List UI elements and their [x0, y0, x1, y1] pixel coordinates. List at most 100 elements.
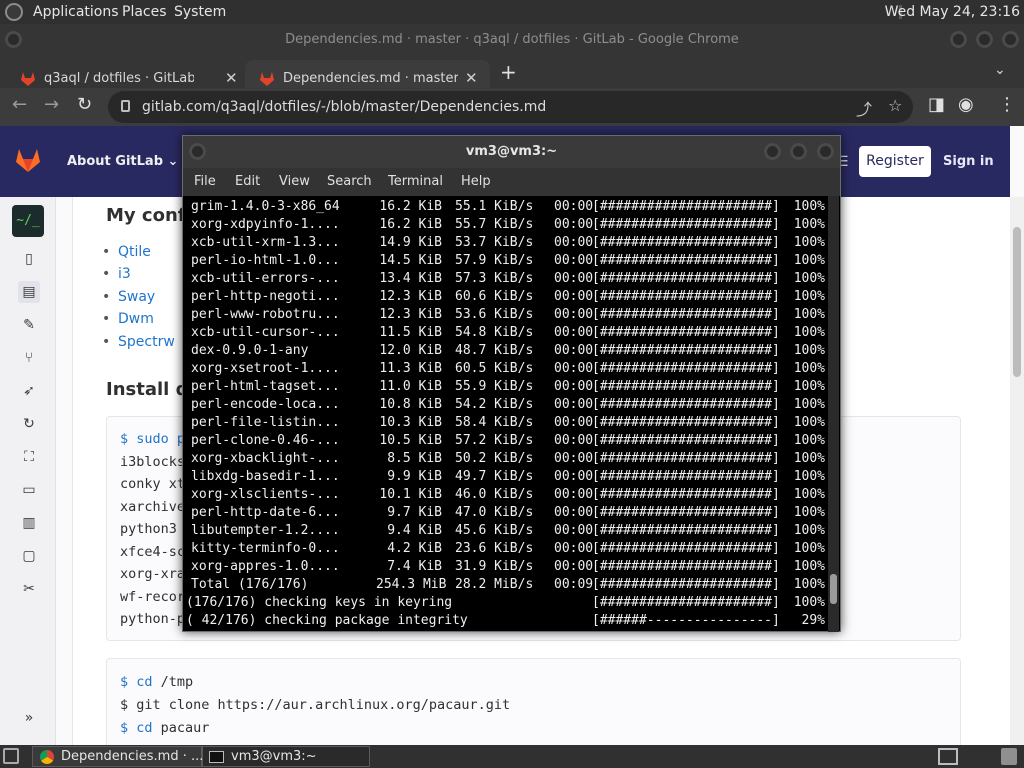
- code-line: python-p: [120, 611, 186, 627]
- new-tab-button[interactable]: +: [500, 60, 517, 84]
- code-line: $ sudo p: [120, 431, 186, 447]
- minimize-button[interactable]: [950, 31, 967, 48]
- link-dwm[interactable]: Dwm: [102, 311, 154, 327]
- terminal-cell-rate: 53.7 KiB/s: [455, 235, 534, 250]
- terminal-cell-bar: [######################]: [592, 469, 780, 484]
- taskbar-item-chrome[interactable]: Dependencies.md · ...: [32, 746, 204, 767]
- link-qtile[interactable]: Qtile: [102, 244, 151, 260]
- terminal-cell-bar: [######################]: [592, 541, 780, 556]
- terminal-menu-terminal[interactable]: Terminal: [388, 174, 443, 189]
- ci-cd-rocket-icon[interactable]: ➶: [18, 380, 40, 402]
- share-icon[interactable]: ⤴: [856, 96, 872, 120]
- show-desktop-icon[interactable]: [3, 748, 19, 764]
- collapse-sidebar-icon[interactable]: »: [18, 707, 40, 729]
- terminal-cell-rate: 57.3 KiB/s: [455, 271, 534, 286]
- terminal-cell-pct: 100%: [793, 469, 825, 484]
- terminal-cell-rate: 55.9 KiB/s: [455, 379, 534, 394]
- repository-icon[interactable]: ▤: [18, 281, 40, 303]
- bookmark-star-icon[interactable]: ☆: [888, 96, 902, 115]
- terminal-cell-rate: 31.9 KiB/s: [455, 559, 534, 574]
- link-i3[interactable]: i3: [102, 266, 131, 282]
- sign-in-link[interactable]: Sign in: [943, 154, 994, 169]
- terminal-cell-size: 12.3 KiB: [379, 307, 442, 322]
- terminal-menu-file[interactable]: File: [194, 174, 216, 189]
- taskbar-item-label: Dependencies.md · ...: [61, 749, 204, 764]
- window-title: Dependencies.md · master · q3aql / dotfi…: [285, 32, 739, 47]
- about-gitlab-menu[interactable]: About GitLab ⌄: [67, 154, 178, 169]
- address-bar[interactable]: gitlab.com/q3aql/dotfiles/-/blob/master/…: [108, 91, 913, 123]
- wiki-icon[interactable]: ▢: [18, 545, 40, 567]
- project-avatar[interactable]: ~/_: [12, 205, 44, 237]
- terminal-cell-time: 00:09: [554, 577, 594, 592]
- terminal-menu-view[interactable]: View: [279, 174, 310, 189]
- terminal-cell-name: perl-html-tagset...: [191, 379, 340, 394]
- code-block-pacaur[interactable]: $ cd /tmp $ git clone https://aur.archli…: [106, 658, 961, 758]
- monitor-icon[interactable]: ▭: [18, 479, 40, 501]
- tab-close-icon[interactable]: ✕: [465, 69, 478, 87]
- terminal-close-button[interactable]: [817, 143, 834, 160]
- bottom-taskbar: Dependencies.md · ... vm3@vm3:~: [0, 745, 1024, 768]
- terminal-menu-search[interactable]: Search: [327, 174, 372, 189]
- terminal-maximize-button[interactable]: [790, 143, 807, 160]
- terminal-menu-help[interactable]: Help: [461, 174, 491, 189]
- terminal-output[interactable]: grim-1.4.0-3-x86_64 16.2 KiB 55.1 KiB/s 00:…: [183, 196, 826, 632]
- terminal-cell-name: xorg-xsetroot-1....: [191, 361, 340, 376]
- chrome-menu-icon[interactable]: ⋮: [998, 94, 1016, 115]
- terminal-cell-name: perl-www-robotru...: [191, 307, 340, 322]
- chrome-icon: [40, 750, 54, 764]
- tab-label: Dependencies.md · master · q3: [283, 71, 458, 86]
- back-icon[interactable]: ←: [12, 94, 27, 115]
- snippets-icon[interactable]: ✂: [18, 578, 40, 600]
- merge-requests-icon[interactable]: ⑂: [18, 347, 40, 369]
- analytics-icon[interactable]: ▥: [18, 512, 40, 534]
- code-line: conky xt: [120, 476, 186, 492]
- menu-places[interactable]: Places: [122, 4, 167, 20]
- gitlab-logo-icon[interactable]: [14, 146, 42, 174]
- terminal-cell-rate: 55.7 KiB/s: [455, 217, 534, 232]
- applications-menu-icon[interactable]: [5, 3, 23, 21]
- lock-icon[interactable]: [121, 100, 130, 112]
- maximize-button[interactable]: [976, 31, 993, 48]
- terminal-title: vm3@vm3:~: [465, 144, 558, 159]
- terminal-cell-name: xorg-xlsclients-...: [191, 487, 340, 502]
- close-window-button[interactable]: [1002, 31, 1019, 48]
- reload-icon[interactable]: ↻: [77, 94, 92, 115]
- terminal-window[interactable]: vm3@vm3:~ File Edit View Search Terminal…: [182, 135, 841, 632]
- workspace-switcher-icon[interactable]: [938, 748, 958, 765]
- terminal-cell-rate: 28.2 MiB/s: [455, 577, 534, 592]
- menu-system[interactable]: System: [174, 4, 226, 20]
- forward-icon[interactable]: →: [44, 94, 59, 115]
- scrollbar-thumb[interactable]: [1013, 227, 1021, 377]
- trash-icon[interactable]: [1001, 748, 1017, 765]
- terminal-cell-name: libutempter-1.2....: [191, 523, 340, 538]
- project-info-icon[interactable]: ▯: [18, 248, 40, 270]
- terminal-cell-pct: 100%: [793, 433, 825, 448]
- profile-avatar-icon[interactable]: ◉: [958, 94, 974, 115]
- terminal-cell-time: 00:00: [554, 289, 594, 304]
- page-scrollbar[interactable]: [1010, 197, 1024, 745]
- link-sway[interactable]: Sway: [102, 289, 155, 305]
- terminal-status-pct: 100%: [793, 595, 825, 610]
- register-button[interactable]: Register: [859, 146, 931, 177]
- terminal-cell-time: 00:00: [554, 397, 594, 412]
- issues-icon[interactable]: ✎: [18, 314, 40, 336]
- tab-label: q3aql / dotfiles · GitLab: [44, 71, 194, 86]
- tab-search-chevron-icon[interactable]: ⌄: [994, 62, 1006, 78]
- clock[interactable]: Wed May 24, 23:16: [885, 4, 1020, 20]
- terminal-scrollbar[interactable]: [828, 196, 839, 632]
- terminal-minimize-button[interactable]: [764, 143, 781, 160]
- terminal-scrollbar-thumb[interactable]: [830, 574, 837, 604]
- terminal-cell-pct: 100%: [793, 217, 825, 232]
- tab-close-icon[interactable]: ✕: [225, 69, 238, 87]
- terminal-menu-edit[interactable]: Edit: [235, 174, 260, 189]
- packages-icon[interactable]: ⛶: [18, 446, 40, 468]
- side-panel-icon[interactable]: ◨: [928, 94, 945, 115]
- terminal-cell-time: 00:00: [554, 343, 594, 358]
- deployments-icon[interactable]: ↻: [18, 413, 40, 435]
- heading-my-configs: My confi: [106, 205, 192, 226]
- terminal-titlebar[interactable]: vm3@vm3:~: [183, 136, 840, 168]
- taskbar-item-terminal[interactable]: vm3@vm3:~: [202, 746, 370, 767]
- link-spectrwm[interactable]: Spectrw: [102, 334, 175, 350]
- menu-applications[interactable]: Applications: [33, 4, 119, 20]
- url-text[interactable]: gitlab.com/q3aql/dotfiles/-/blob/master/…: [142, 99, 546, 115]
